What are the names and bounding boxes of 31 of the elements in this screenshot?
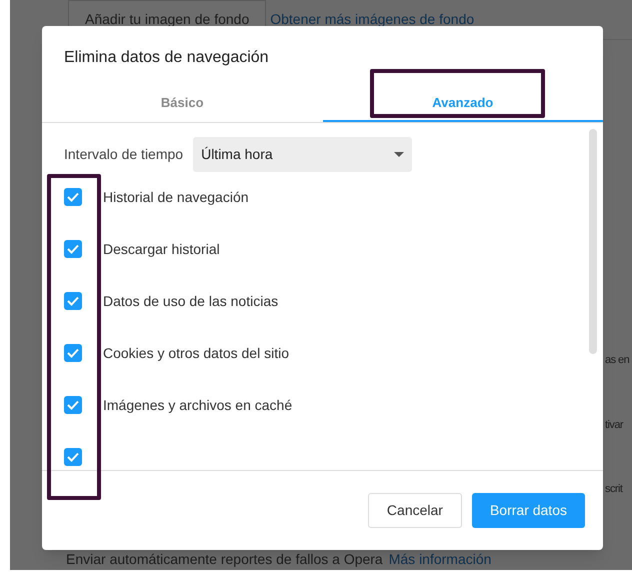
checkmark-icon [67,348,79,358]
partial-text: as en [605,353,630,368]
time-range-label: Intervalo de tiempo [64,145,184,164]
checkbox[interactable] [64,188,82,206]
cancel-button[interactable]: Cancelar [368,493,462,528]
checkmark-icon [67,296,79,306]
checkmark-icon [67,244,79,254]
checkmark-icon [67,452,79,462]
partial-text: scrit [605,482,622,497]
checkbox-label: Imágenes y archivos en caché [103,396,292,415]
checkbox-label: Historial de navegación [103,188,249,207]
checkmark-icon [67,400,79,410]
clear-data-button[interactable]: Borrar datos [472,493,585,528]
checkbox[interactable] [64,344,82,362]
time-range-dropdown[interactable]: Última hora [193,137,412,172]
tab[interactable]: Básico [42,86,322,122]
dropdown-caret-icon [394,152,404,157]
checkbox[interactable] [64,448,82,466]
tab[interactable]: Avanzado [322,86,603,122]
checkbox-label: Datos de uso de las noticias [103,292,278,310]
checkbox-label: Cookies y otros datos del sitio [103,344,289,363]
crash-reports-text: Enviar automáticamente reportes de fallos a Opera [66,550,383,569]
more-info-link[interactable]: Más información [388,549,492,570]
checkmark-icon [67,192,79,202]
checkbox-label: Descargar historial [103,240,220,259]
more-backgrounds-link[interactable]: Obtener más imágenes de fondo [270,9,474,30]
dialog-title: Elimina datos de navegación [64,48,270,68]
checkbox[interactable] [64,240,82,258]
partial-text: tivar [605,418,624,432]
checkbox[interactable] [64,396,82,414]
checkbox[interactable] [64,292,82,310]
